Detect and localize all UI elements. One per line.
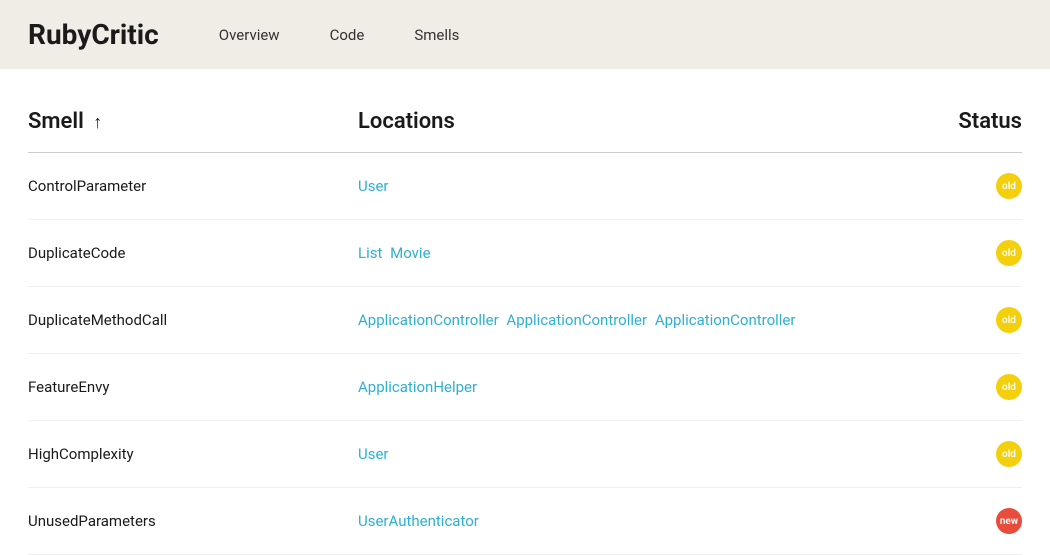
smell-locations: User (358, 177, 942, 195)
smell-name: DuplicateCode (28, 244, 358, 262)
location-link[interactable]: User (358, 445, 389, 463)
table-row: HighComplexityUser old (28, 421, 1022, 488)
nav-code[interactable]: Code (330, 26, 365, 44)
nav: Overview Code Smells (219, 26, 460, 44)
header-smell-label: Smell (28, 109, 84, 134)
smell-name: DuplicateMethodCall (28, 311, 358, 329)
status-badge: old (996, 307, 1022, 333)
smell-locations: ApplicationHelper (358, 378, 942, 396)
location-link[interactable]: User (358, 177, 389, 195)
smell-locations: List Movie (358, 244, 942, 262)
smell-locations: ApplicationController ApplicationControl… (358, 311, 942, 329)
table-row: DuplicateCodeList Movie old (28, 220, 1022, 287)
table-row: UnusedParametersUserAuthenticator new (28, 488, 1022, 555)
location-link[interactable]: List (358, 244, 382, 262)
smell-name: HighComplexity (28, 445, 358, 463)
table-body: ControlParameterUseroldDuplicateCodeList… (28, 153, 1022, 555)
header-status[interactable]: Status (942, 109, 1022, 134)
status-badge: new (996, 508, 1022, 534)
smell-status: old (942, 307, 1022, 333)
table-row: FeatureEnvyApplicationHelper old (28, 354, 1022, 421)
header-locations[interactable]: Locations (358, 109, 942, 134)
smell-status: old (942, 173, 1022, 199)
location-link[interactable]: Movie (390, 244, 430, 262)
header-smell[interactable]: Smell ↑ (28, 109, 358, 134)
logo: RubyCritic (28, 18, 159, 51)
location-link[interactable]: ApplicationController (506, 311, 647, 329)
table-row: ControlParameterUser old (28, 153, 1022, 220)
status-badge: old (996, 173, 1022, 199)
nav-overview[interactable]: Overview (219, 26, 280, 44)
table-row: DuplicateMethodCallApplicationController… (28, 287, 1022, 354)
status-badge: old (996, 240, 1022, 266)
smell-status: old (942, 240, 1022, 266)
smell-name: FeatureEnvy (28, 378, 358, 396)
content: Smell ↑ Locations Status ControlParamete… (0, 69, 1050, 555)
location-link[interactable]: ApplicationHelper (358, 378, 477, 396)
location-link[interactable]: ApplicationController (655, 311, 796, 329)
header: RubyCritic Overview Code Smells (0, 0, 1050, 69)
nav-smells[interactable]: Smells (414, 26, 459, 44)
smell-status: new (942, 508, 1022, 534)
smell-locations: User (358, 445, 942, 463)
smell-status: old (942, 374, 1022, 400)
status-badge: old (996, 441, 1022, 467)
table-header: Smell ↑ Locations Status (28, 69, 1022, 153)
location-link[interactable]: ApplicationController (358, 311, 499, 329)
status-badge: old (996, 374, 1022, 400)
smell-status: old (942, 441, 1022, 467)
sort-arrow-icon: ↑ (93, 112, 102, 133)
smell-locations: UserAuthenticator (358, 512, 942, 530)
smell-name: ControlParameter (28, 177, 358, 195)
location-link[interactable]: UserAuthenticator (358, 512, 479, 530)
smell-name: UnusedParameters (28, 512, 358, 530)
